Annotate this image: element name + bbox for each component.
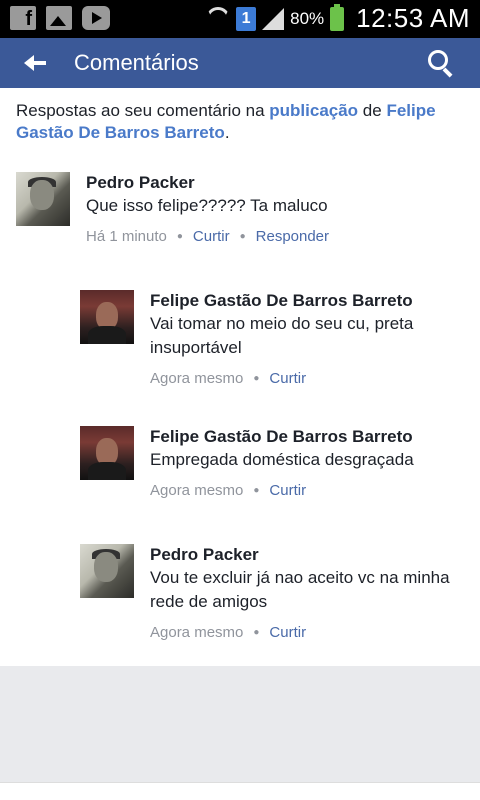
like-button[interactable]: Curtir xyxy=(269,624,306,641)
comment-time: Agora mesmo xyxy=(150,624,244,641)
like-button[interactable]: Curtir xyxy=(193,228,230,245)
search-icon xyxy=(428,50,454,78)
like-button[interactable]: Curtir xyxy=(269,482,306,499)
separator-dot: ● xyxy=(253,627,260,638)
back-button[interactable] xyxy=(10,38,60,88)
separator-dot: ● xyxy=(176,231,183,242)
battery-icon xyxy=(330,3,345,31)
separator-dot: ● xyxy=(253,373,260,384)
facebook-icon: f xyxy=(10,6,36,30)
header-prefix: Respostas ao seu comentário na xyxy=(16,101,270,120)
comment-text: Vou te excluir já nao aceito vc na minha… xyxy=(150,568,450,611)
post-link[interactable]: publicação xyxy=(269,101,358,120)
comments-panel: Respostas ao seu comentário na publicaçã… xyxy=(0,88,480,666)
comment-time: Agora mesmo xyxy=(150,370,244,387)
battery-percent: 80% xyxy=(290,8,325,28)
gallery-icon xyxy=(46,6,72,30)
comment-author[interactable]: Felipe Gastão De Barros Barreto xyxy=(150,426,450,448)
avatar[interactable] xyxy=(80,426,134,480)
separator-dot: ● xyxy=(239,231,246,242)
back-arrow-icon xyxy=(24,55,46,71)
avatar[interactable] xyxy=(80,290,134,344)
comment-text: Empregada doméstica desgraçada xyxy=(150,450,414,469)
comment-time: Agora mesmo xyxy=(150,482,244,499)
avatar[interactable] xyxy=(80,544,134,598)
status-bar: f 1 80% 12:53 AM xyxy=(0,0,480,38)
comment-time: Há 1 minuto xyxy=(86,228,167,245)
comment-author[interactable]: Felipe Gastão De Barros Barreto xyxy=(150,290,450,312)
like-button[interactable]: Curtir xyxy=(269,370,306,387)
clock: 12:53 AM xyxy=(356,3,470,33)
comment-author[interactable]: Pedro Packer xyxy=(86,172,329,194)
search-button[interactable] xyxy=(416,38,466,88)
replies-header: Respostas ao seu comentário na publicaçã… xyxy=(16,100,466,144)
reply-button[interactable]: Responder xyxy=(256,228,329,245)
separator-dot: ● xyxy=(253,485,260,496)
app-bar: Comentários xyxy=(0,38,480,88)
page-title: Comentários xyxy=(74,50,199,75)
header-suffix: . xyxy=(224,123,230,142)
wifi-icon xyxy=(206,6,231,31)
sim-slot-badge: 1 xyxy=(236,6,257,31)
signal-icon xyxy=(262,7,285,30)
youtube-icon xyxy=(82,6,110,30)
avatar[interactable] xyxy=(16,172,70,226)
comment-composer-edge xyxy=(0,782,480,800)
comment-text: Que isso felipe????? Ta maluco xyxy=(86,196,328,215)
comment-text: Vai tomar no meio do seu cu, preta insup… xyxy=(150,314,414,357)
header-middle: de xyxy=(358,101,387,120)
comment-author[interactable]: Pedro Packer xyxy=(150,544,450,566)
